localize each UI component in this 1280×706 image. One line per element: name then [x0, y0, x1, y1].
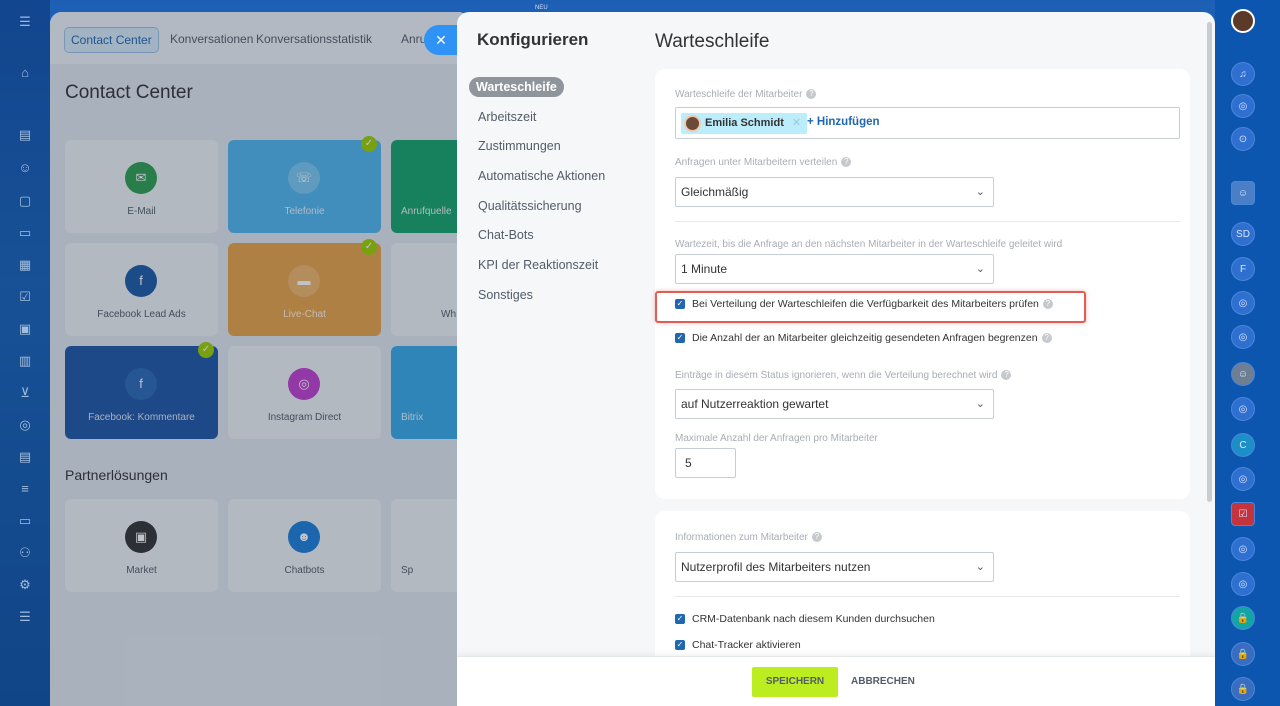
chevron-down-icon: ⌄ [975, 398, 985, 410]
channel-icon-6[interactable]: ◎ [1231, 572, 1255, 596]
contact-avatar-f[interactable]: F [1231, 257, 1255, 281]
drive-icon[interactable]: ▭ [17, 225, 33, 241]
box-icon[interactable]: ▤ [17, 449, 33, 465]
lock-icon[interactable]: 🔒 [1231, 606, 1255, 630]
chevron-down-icon: ⌄ [975, 263, 985, 275]
lock-icon[interactable]: 🔒 [1231, 642, 1255, 666]
right-sidebar: ♫ ◎ ⊙ ☺ SD F ◎ ◎ ☺ ◎ C ◎ ☑ ◎ ◎ 🔒 🔒 🔒 [1215, 0, 1280, 706]
highlight-frame [655, 291, 1086, 323]
user-avatar [684, 115, 701, 132]
nav-item-chat-bots[interactable]: Chat-Bots [469, 220, 639, 250]
task-icon[interactable]: ☑ [1231, 502, 1255, 526]
limit-checkbox-row[interactable]: ✓ Die Anzahl der an Mitarbeiter gleichzei… [675, 332, 1052, 344]
nav-item-arbeitszeit[interactable]: Arbeitszeit [469, 102, 639, 132]
contact-avatar-1[interactable]: ☺ [1231, 181, 1255, 205]
cancel-button[interactable]: ABBRECHEN [851, 667, 915, 697]
lock-icon[interactable]: 🔒 [1231, 677, 1255, 701]
settings-icon[interactable]: ⚙ [17, 577, 33, 593]
overlay-dim [50, 12, 470, 706]
cart-icon[interactable]: ⊻ [17, 385, 33, 401]
stats-icon[interactable]: ▥ [17, 353, 33, 369]
calendar-icon[interactable]: ▦ [17, 257, 33, 273]
divider [675, 221, 1180, 222]
new-badge: NEU [535, 5, 548, 11]
queue-label: Warteschleife der Mitarbeiter? [675, 89, 817, 100]
group-icon[interactable]: ☺ [17, 160, 33, 176]
queue-users-field[interactable]: Emilia Schmidt ✕ + Hinzufügen [675, 107, 1180, 139]
settings-nav: Warteschleife Arbeitszeit Zustimmungen A… [469, 72, 639, 310]
bell-icon[interactable]: ♫ [1231, 62, 1255, 86]
help-icon: ? [811, 532, 822, 543]
save-button[interactable]: SPEICHERN [752, 667, 838, 697]
menu-icon[interactable]: ☰ [17, 14, 33, 30]
chat-icon[interactable]: ▣ [17, 321, 33, 337]
checkbox-checked-icon[interactable]: ✓ [675, 614, 685, 624]
page-title: Warteschleife [655, 31, 770, 52]
card-icon[interactable]: ▭ [17, 513, 33, 529]
checkbox-checked-icon[interactable]: ✓ [675, 333, 685, 343]
user-chip[interactable]: Emilia Schmidt ✕ [681, 113, 808, 134]
queue-settings-card: Warteschleife der Mitarbeiter? Emilia Sc… [655, 69, 1190, 499]
contact-avatar-c[interactable]: C [1231, 433, 1255, 457]
left-sidebar: ☰ ⌂ ▤ ☺ ▢ ▭ ▦ ☑ ▣ ▥ ⊻ ◎ ▤ ≡ ▭ ⚇ ⚙ ☰ [0, 0, 50, 706]
close-icon: ✕ [435, 32, 447, 48]
wait-select[interactable]: 1 Minute ⌄ [675, 254, 994, 284]
tracker-checkbox-row[interactable]: ✓ Chat-Tracker aktivieren [675, 639, 801, 651]
channel-icon-1[interactable]: ◎ [1231, 291, 1255, 315]
help-icon: ? [1001, 370, 1012, 381]
tasks-icon[interactable]: ☑ [17, 289, 33, 305]
help-icon: ? [806, 89, 817, 100]
distribute-select[interactable]: Gleichmäßig ⌄ [675, 177, 994, 207]
nav-item-zustimmungen[interactable]: Zustimmungen [469, 131, 639, 161]
crm-checkbox-row[interactable]: ✓ CRM-Datenbank nach diesem Kunden durchs… [675, 613, 935, 625]
configure-slider: Konfigurieren Warteschleife Arbeitszeit … [457, 12, 1215, 706]
max-requests-input[interactable]: 5 [675, 448, 736, 478]
divider [675, 596, 1180, 597]
contact-center-window: Contact Center Konversationen Konversati… [50, 12, 470, 706]
filter-icon[interactable]: ≡ [17, 481, 33, 497]
ignore-label: Einträge in diesem Status ignorieren, we… [675, 370, 1012, 381]
add-user-link[interactable]: + Hinzufügen [807, 116, 880, 128]
search-chat-icon[interactable]: ⊙ [1231, 127, 1255, 151]
distribute-label: Anfragen unter Mitarbeitern verteilen? [675, 157, 852, 168]
nav-item-warteschleife[interactable]: Warteschleife [469, 72, 639, 102]
channel-icon-3[interactable]: ◎ [1231, 397, 1255, 421]
close-slider-button[interactable]: ✕ [424, 25, 458, 55]
help-icon: ? [841, 157, 852, 168]
chevron-down-icon: ⌄ [975, 186, 985, 198]
contact-avatar-2[interactable]: ☺ [1231, 362, 1255, 386]
doc-icon[interactable]: ▢ [17, 193, 33, 209]
channel-icon-4[interactable]: ◎ [1231, 467, 1255, 491]
remove-icon[interactable]: ✕ [792, 117, 801, 129]
wait-label: Wartezeit, bis die Anfrage an den nächst… [675, 239, 1063, 250]
nav-item-kpi[interactable]: KPI der Reaktionszeit [469, 250, 639, 280]
slider-heading: Konfigurieren [477, 30, 589, 49]
nav-item-automatische-aktionen[interactable]: Automatische Aktionen [469, 161, 639, 191]
user-avatar[interactable] [1231, 9, 1255, 33]
copilot-icon[interactable]: ◎ [1231, 94, 1255, 118]
scrollbar[interactable] [1207, 22, 1212, 502]
footer-bar: SPEICHERN ABBRECHEN [457, 656, 1215, 706]
max-label: Maximale Anzahl der Anfragen pro Mitarbe… [675, 433, 878, 444]
list-icon[interactable]: ☰ [17, 609, 33, 625]
people-icon[interactable]: ⚇ [17, 545, 33, 561]
info-label: Informationen zum Mitarbeiter? [675, 532, 822, 543]
help-icon: ? [1041, 333, 1052, 344]
home-icon[interactable]: ⌂ [17, 65, 33, 81]
target-icon[interactable]: ◎ [17, 417, 33, 433]
channel-icon-2[interactable]: ◎ [1231, 325, 1255, 349]
ignore-select[interactable]: auf Nutzerreaktion gewartet ⌄ [675, 389, 994, 419]
chevron-down-icon: ⌄ [975, 561, 985, 573]
nav-item-qualitaetssicherung[interactable]: Qualitätssicherung [469, 191, 639, 221]
channel-icon-5[interactable]: ◎ [1231, 537, 1255, 561]
feed-icon[interactable]: ▤ [17, 127, 33, 143]
checkbox-checked-icon[interactable]: ✓ [675, 640, 685, 650]
nav-item-sonstiges[interactable]: Sonstiges [469, 280, 639, 310]
contact-avatar-sd[interactable]: SD [1231, 222, 1255, 246]
info-select[interactable]: Nutzerprofil des Mitarbeiters nutzen ⌄ [675, 552, 994, 582]
